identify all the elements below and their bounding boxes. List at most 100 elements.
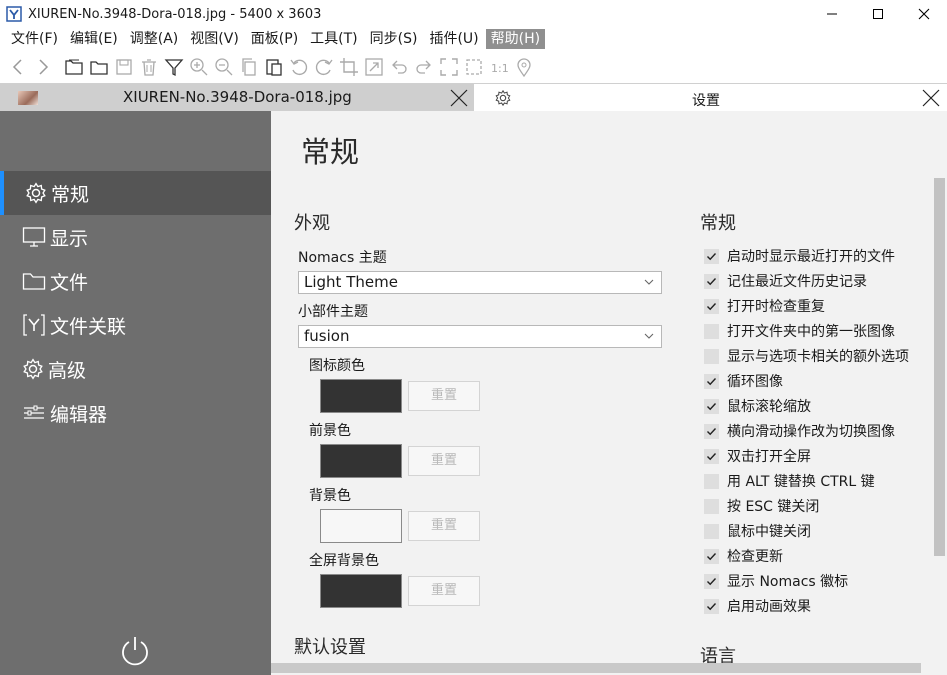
option-checkbox-row[interactable]: 鼠标中键关闭 bbox=[704, 521, 811, 541]
option-checkbox-row[interactable]: 显示 Nomacs 徽标 bbox=[704, 571, 848, 591]
background-color-label: 背景色 bbox=[309, 488, 351, 504]
close-settings-tab-button[interactable] bbox=[919, 86, 943, 110]
checkmark-icon bbox=[707, 252, 717, 260]
option-checkbox-row[interactable]: 启用动画效果 bbox=[704, 596, 811, 616]
save-button[interactable] bbox=[112, 54, 136, 80]
fullscreen-bg-color-reset-button[interactable]: 重置 bbox=[408, 576, 480, 606]
menu-view[interactable]: 视图(V) bbox=[185, 29, 244, 49]
sidebar-item-files[interactable]: 文件 bbox=[0, 259, 271, 303]
option-checkbox-row[interactable]: 显示与选项卡相关的额外选项 bbox=[704, 346, 909, 366]
menu-sync[interactable]: 同步(S) bbox=[365, 29, 423, 49]
checkbox-unchecked[interactable] bbox=[704, 323, 719, 339]
option-label: 鼠标中键关闭 bbox=[727, 524, 811, 540]
option-checkbox-row[interactable]: 鼠标滚轮缩放 bbox=[704, 396, 811, 416]
actual-size-button[interactable]: 1:1 bbox=[487, 54, 511, 80]
horizontal-scrollbar[interactable] bbox=[271, 663, 921, 673]
fullscreen-button[interactable] bbox=[437, 54, 461, 80]
crop-button[interactable] bbox=[337, 54, 361, 80]
option-label: 显示与选项卡相关的额外选项 bbox=[727, 349, 909, 365]
checkbox-checked[interactable] bbox=[704, 573, 719, 589]
sidebar-item-advanced[interactable]: 高级 bbox=[0, 347, 271, 391]
option-checkbox-row[interactable]: 双击打开全屏 bbox=[704, 446, 811, 466]
option-checkbox-row[interactable]: 用 ALT 键替换 CTRL 键 bbox=[704, 471, 875, 491]
checkbox-unchecked[interactable] bbox=[704, 498, 719, 514]
option-checkbox-row[interactable]: 打开时检查重复 bbox=[704, 296, 825, 316]
menu-plugins[interactable]: 插件(U) bbox=[424, 29, 483, 49]
monitor-icon bbox=[22, 227, 46, 247]
paste-button[interactable] bbox=[262, 54, 286, 80]
sidebar-item-display[interactable]: 显示 bbox=[0, 215, 271, 259]
menu-adjust[interactable]: 调整(A) bbox=[125, 29, 184, 49]
background-color-reset-button[interactable]: 重置 bbox=[408, 511, 480, 541]
tab-bar: XIUREN-No.3948-Dora-018.jpg 设置 bbox=[0, 83, 947, 112]
icon-color-reset-button[interactable]: 重置 bbox=[408, 381, 480, 411]
delete-button[interactable] bbox=[137, 54, 161, 80]
next-button[interactable] bbox=[31, 54, 55, 80]
previous-button[interactable] bbox=[6, 54, 30, 80]
option-checkbox-row[interactable]: 横向滑动操作改为切换图像 bbox=[704, 421, 895, 441]
open-folder-button[interactable] bbox=[87, 54, 111, 80]
open-file-button[interactable] bbox=[62, 54, 86, 80]
sidebar-item-file-association[interactable]: 文件关联 bbox=[0, 303, 271, 347]
foreground-color-swatch[interactable] bbox=[320, 444, 402, 478]
option-checkbox-row[interactable]: 按 ESC 键关闭 bbox=[704, 496, 819, 516]
widget-theme-select[interactable]: fusion bbox=[298, 325, 662, 348]
power-button[interactable] bbox=[118, 634, 152, 672]
checkbox-checked[interactable] bbox=[704, 398, 719, 414]
background-color-swatch[interactable] bbox=[320, 509, 402, 543]
checkbox-checked[interactable] bbox=[704, 598, 719, 614]
widget-theme-select-value: fusion bbox=[304, 327, 350, 345]
undo-button[interactable] bbox=[387, 54, 411, 80]
option-checkbox-row[interactable]: 启动时显示最近打开的文件 bbox=[704, 246, 895, 266]
fit-window-button[interactable] bbox=[462, 54, 486, 80]
sidebar-item-editor[interactable]: 编辑器 bbox=[0, 391, 271, 435]
resize-button[interactable] bbox=[362, 54, 386, 80]
option-checkbox-row[interactable]: 循环图像 bbox=[704, 371, 783, 391]
sidebar-item-general[interactable]: 常规 bbox=[0, 171, 271, 215]
checkbox-unchecked[interactable] bbox=[704, 523, 719, 539]
checkbox-checked[interactable] bbox=[704, 448, 719, 464]
redo-icon bbox=[416, 60, 431, 74]
foreground-color-reset-button[interactable]: 重置 bbox=[408, 446, 480, 476]
copy-button[interactable] bbox=[237, 54, 261, 80]
option-checkbox-row[interactable]: 检查更新 bbox=[704, 546, 783, 566]
close-icon bbox=[450, 89, 468, 107]
checkbox-unchecked[interactable] bbox=[704, 473, 719, 489]
title-bar: XIUREN-No.3948-Dora-018.jpg - 5400 x 360… bbox=[0, 0, 947, 28]
menu-edit[interactable]: 编辑(E) bbox=[65, 29, 123, 49]
fullscreen-bg-color-swatch[interactable] bbox=[320, 574, 402, 608]
zoom-in-button[interactable] bbox=[187, 54, 211, 80]
icon-color-swatch[interactable] bbox=[320, 379, 402, 413]
rotate-left-button[interactable] bbox=[287, 54, 311, 80]
rotate-right-button[interactable] bbox=[312, 54, 336, 80]
menu-tools[interactable]: 工具(T) bbox=[305, 29, 362, 49]
minimize-button[interactable] bbox=[809, 0, 855, 28]
sidebar-item-label: 高级 bbox=[48, 359, 87, 382]
tab-settings[interactable]: 设置 bbox=[474, 84, 947, 112]
menu-help[interactable]: 帮助(H) bbox=[485, 29, 546, 49]
option-checkbox-row[interactable]: 打开文件夹中的第一张图像 bbox=[704, 321, 895, 341]
gps-button[interactable] bbox=[512, 54, 536, 80]
vertical-scrollbar[interactable] bbox=[934, 178, 945, 556]
checkbox-checked[interactable] bbox=[704, 423, 719, 439]
checkbox-checked[interactable] bbox=[704, 373, 719, 389]
checkbox-checked[interactable] bbox=[704, 548, 719, 564]
redo-button[interactable] bbox=[412, 54, 436, 80]
menu-file[interactable]: 文件(F) bbox=[6, 29, 63, 49]
theme-select-value: Light Theme bbox=[304, 273, 398, 291]
maximize-button[interactable] bbox=[855, 0, 901, 28]
zoom-out-button[interactable] bbox=[212, 54, 236, 80]
checkbox-unchecked[interactable] bbox=[704, 348, 719, 364]
checkbox-checked[interactable] bbox=[704, 248, 719, 264]
close-window-button[interactable] bbox=[901, 0, 947, 28]
theme-select[interactable]: Light Theme bbox=[298, 271, 662, 294]
checkbox-checked[interactable] bbox=[704, 273, 719, 289]
option-checkbox-row[interactable]: 记住最近文件历史记录 bbox=[704, 271, 867, 291]
foreground-color-label: 前景色 bbox=[309, 423, 351, 439]
close-image-tab-button[interactable] bbox=[447, 86, 471, 110]
menu-panels[interactable]: 面板(P) bbox=[246, 29, 303, 49]
filter-button[interactable] bbox=[162, 54, 186, 80]
checkbox-checked[interactable] bbox=[704, 298, 719, 314]
tab-image[interactable]: XIUREN-No.3948-Dora-018.jpg bbox=[0, 84, 474, 112]
trash-icon bbox=[142, 59, 156, 76]
